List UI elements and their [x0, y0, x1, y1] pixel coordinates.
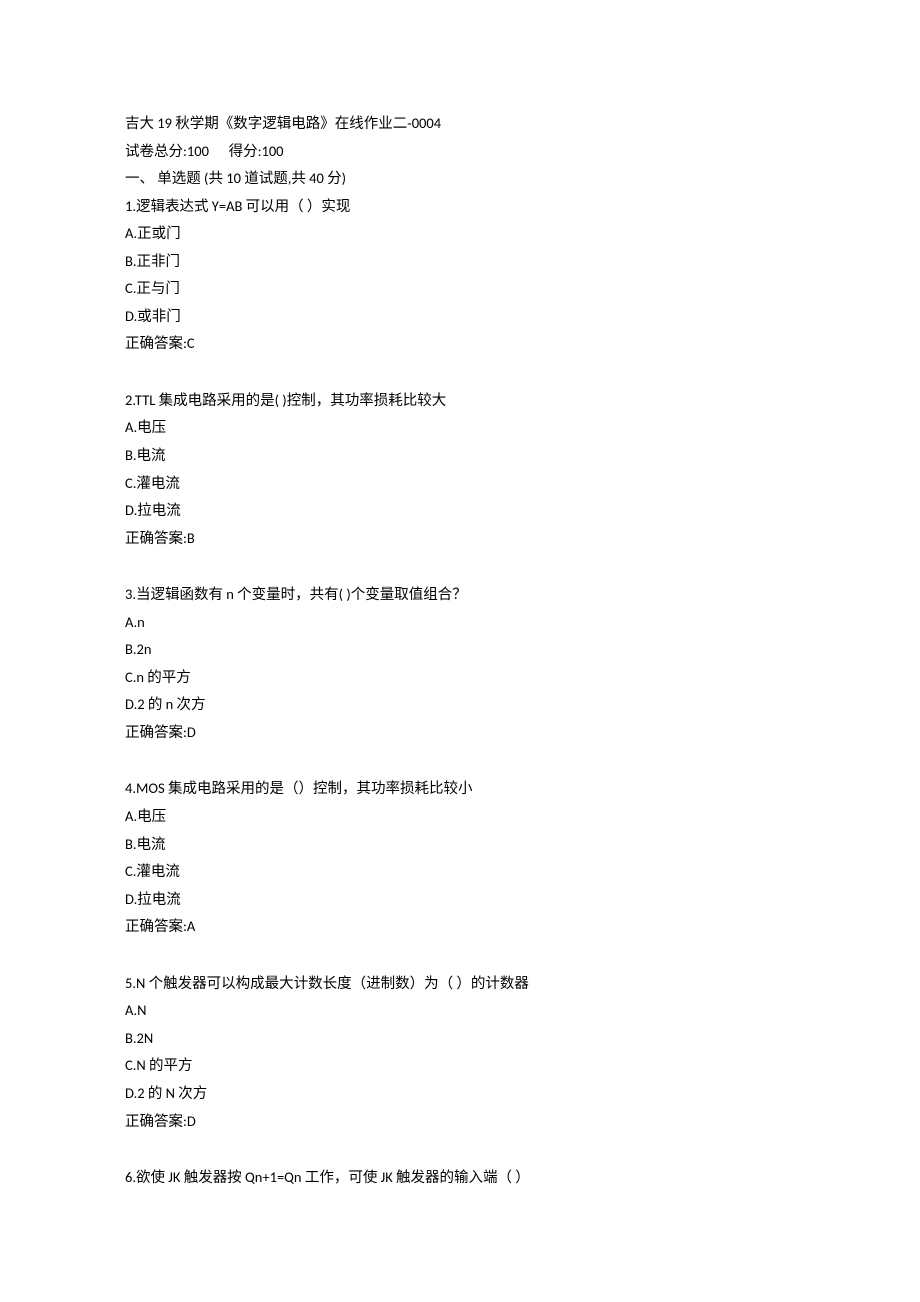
answer-line: 正确答案:B [125, 525, 795, 553]
question-stem: 5.N 个触发器可以构成最大计数长度（进制数）为（ ）的计数器 [125, 970, 795, 998]
block-spacer [125, 941, 795, 970]
question-option: C.n 的平方 [125, 664, 795, 692]
section-heading: 一、 单选题 (共 10 道试题,共 40 分) [125, 165, 795, 193]
question-option: B.电流 [125, 831, 795, 859]
question-stem: 4.MOS 集成电路采用的是（）控制，其功率损耗比较小 [125, 775, 795, 803]
question-option: A.N [125, 997, 795, 1025]
block-spacer [125, 358, 795, 387]
question-stem: 1.逻辑表达式 Y=AB 可以用（ ）实现 [125, 193, 795, 221]
question-option: B.2n [125, 636, 795, 664]
document-page: 吉大 19 秋学期《数字逻辑电路》在线作业二-0004 试卷总分:100 得分:… [0, 0, 920, 1242]
question-option: A.电压 [125, 803, 795, 831]
question-stem: 6.欲使 JK 触发器按 Qn+1=Qn 工作，可使 JK 触发器的输入端（ ） [125, 1164, 795, 1192]
question-stem: 2.TTL 集成电路采用的是( )控制，其功率损耗比较大 [125, 387, 795, 415]
block-spacer [125, 552, 795, 581]
score-line: 试卷总分:100 得分:100 [125, 138, 795, 166]
answer-line: 正确答案:C [125, 330, 795, 358]
question-option: D.2 的 N 次方 [125, 1080, 795, 1108]
answer-line: 正确答案:D [125, 1108, 795, 1136]
question-option: C.正与门 [125, 275, 795, 303]
question-block: 1.逻辑表达式 Y=AB 可以用（ ）实现 A.正或门 B.正非门 C.正与门 … [125, 193, 795, 358]
question-option: C.灌电流 [125, 858, 795, 886]
question-option: D.拉电流 [125, 886, 795, 914]
answer-line: 正确答案:D [125, 719, 795, 747]
document-title: 吉大 19 秋学期《数字逻辑电路》在线作业二-0004 [125, 110, 795, 138]
question-block: 3.当逻辑函数有 n 个变量时，共有( )个变量取值组合？ A.n B.2n C… [125, 581, 795, 746]
question-option: C.N 的平方 [125, 1052, 795, 1080]
question-option: B.正非门 [125, 248, 795, 276]
question-option: A.n [125, 609, 795, 637]
question-option: B.2N [125, 1025, 795, 1053]
question-block: 2.TTL 集成电路采用的是( )控制，其功率损耗比较大 A.电压 B.电流 C… [125, 387, 795, 552]
question-option: D.或非门 [125, 303, 795, 331]
answer-line: 正确答案:A [125, 913, 795, 941]
question-option: A.正或门 [125, 220, 795, 248]
block-spacer [125, 1135, 795, 1164]
question-option: D.拉电流 [125, 497, 795, 525]
block-spacer [125, 746, 795, 775]
question-option: A.电压 [125, 414, 795, 442]
question-option: B.电流 [125, 442, 795, 470]
question-block: 4.MOS 集成电路采用的是（）控制，其功率损耗比较小 A.电压 B.电流 C.… [125, 775, 795, 940]
question-option: D.2 的 n 次方 [125, 691, 795, 719]
question-block: 5.N 个触发器可以构成最大计数长度（进制数）为（ ）的计数器 A.N B.2N… [125, 970, 795, 1135]
question-block: 6.欲使 JK 触发器按 Qn+1=Qn 工作，可使 JK 触发器的输入端（ ） [125, 1164, 795, 1192]
question-stem: 3.当逻辑函数有 n 个变量时，共有( )个变量取值组合？ [125, 581, 795, 609]
question-option: C.灌电流 [125, 470, 795, 498]
